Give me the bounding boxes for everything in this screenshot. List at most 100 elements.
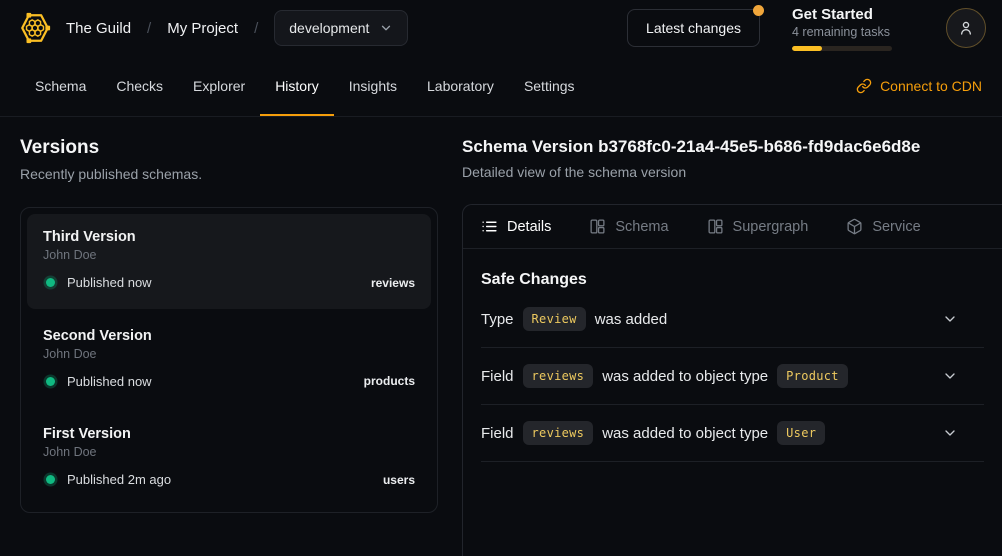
get-started-subtitle: 4 remaining tasks xyxy=(792,25,922,39)
nav-tab-label: History xyxy=(275,78,319,94)
latest-changes-label: Latest changes xyxy=(646,20,741,36)
nav-tab-label: Settings xyxy=(524,78,575,94)
nav-tab-history[interactable]: History xyxy=(260,56,334,116)
change-prefix: Field xyxy=(481,368,514,385)
tab-service[interactable]: Service xyxy=(846,218,920,235)
versions-list: Third Version John Doe Published now rev… xyxy=(20,207,438,513)
connect-to-cdn-label: Connect to CDN xyxy=(880,78,982,94)
link-icon xyxy=(856,78,872,94)
tab-label: Supergraph xyxy=(733,219,809,235)
user-icon xyxy=(957,19,975,37)
version-title: Third Version xyxy=(43,229,415,245)
get-started-widget[interactable]: Get Started 4 remaining tasks xyxy=(792,6,922,51)
change-prefix: Type xyxy=(481,311,514,328)
target-select-value: development xyxy=(289,20,369,36)
version-title: First Version xyxy=(43,426,415,442)
breadcrumb-project[interactable]: My Project xyxy=(167,20,238,37)
main-nav: Schema Checks Explorer History Insights … xyxy=(0,56,1002,117)
nav-tab-label: Checks xyxy=(116,78,163,94)
nav-tabs: Schema Checks Explorer History Insights … xyxy=(20,56,590,116)
chevron-down-icon xyxy=(379,21,393,35)
panels-icon xyxy=(589,218,606,235)
get-started-progress-fill xyxy=(792,46,822,51)
published-label: Published 2m ago xyxy=(67,472,171,487)
type-badge: User xyxy=(777,421,825,445)
tab-schema[interactable]: Schema xyxy=(589,218,668,235)
nav-tab-label: Schema xyxy=(35,78,86,94)
breadcrumb-separator: / xyxy=(252,20,260,37)
connect-to-cdn-link[interactable]: Connect to CDN xyxy=(856,78,982,94)
service-name: products xyxy=(364,374,415,388)
code-badge: reviews xyxy=(523,421,594,445)
change-row-field-user[interactable]: Field reviews was added to object type U… xyxy=(481,405,984,462)
schema-version-panel: Schema Version b3768fc0-21a4-45e5-b686-f… xyxy=(462,117,1002,556)
change-text: was added xyxy=(595,311,668,328)
nav-tab-schema[interactable]: Schema xyxy=(20,56,101,116)
version-meta: Published 2m ago users xyxy=(43,472,415,487)
published-status-icon xyxy=(46,278,55,287)
user-avatar-button[interactable] xyxy=(946,8,986,48)
published-label: Published now xyxy=(67,275,152,290)
code-badge: reviews xyxy=(523,364,594,388)
breadcrumb-org[interactable]: The Guild xyxy=(66,20,131,37)
hive-logo-icon[interactable] xyxy=(18,11,52,45)
nav-tab-insights[interactable]: Insights xyxy=(334,56,412,116)
change-row-type-review[interactable]: Type Review was added xyxy=(481,291,984,348)
chevron-down-icon[interactable] xyxy=(942,425,958,441)
schema-version-header: Schema Version b3768fc0-21a4-45e5-b686-f… xyxy=(462,137,1002,180)
tab-label: Details xyxy=(507,219,551,235)
nav-tab-label: Laboratory xyxy=(427,78,494,94)
tab-supergraph[interactable]: Supergraph xyxy=(707,218,809,235)
schema-version-title: Schema Version b3768fc0-21a4-45e5-b686-f… xyxy=(462,137,982,157)
version-author: John Doe xyxy=(43,248,415,262)
breadcrumb-separator: / xyxy=(145,20,153,37)
safe-changes-title: Safe Changes xyxy=(481,271,984,289)
change-text: was added to object type xyxy=(602,368,768,385)
versions-panel: Versions Recently published schemas. Thi… xyxy=(0,117,462,556)
nav-tab-laboratory[interactable]: Laboratory xyxy=(412,56,509,116)
nav-right: Connect to CDN xyxy=(856,56,982,116)
tab-details[interactable]: Details xyxy=(481,218,551,235)
nav-tab-explorer[interactable]: Explorer xyxy=(178,56,260,116)
version-meta: Published now products xyxy=(43,374,415,389)
change-text: was added to object type xyxy=(602,425,768,442)
version-author: John Doe xyxy=(43,347,415,361)
versions-subtitle: Recently published schemas. xyxy=(20,166,438,182)
chevron-down-icon[interactable] xyxy=(942,368,958,384)
version-item-third[interactable]: Third Version John Doe Published now rev… xyxy=(27,214,431,309)
notification-dot xyxy=(753,5,764,16)
change-row-field-product[interactable]: Field reviews was added to object type P… xyxy=(481,348,984,405)
main-content: Versions Recently published schemas. Thi… xyxy=(0,117,1002,556)
latest-changes-button[interactable]: Latest changes xyxy=(627,9,760,47)
type-badge: Product xyxy=(777,364,848,388)
schema-version-detail-box: Details Schema Sup xyxy=(462,204,1002,556)
service-name: users xyxy=(383,473,415,487)
tab-label: Schema xyxy=(615,219,668,235)
get-started-progressbar xyxy=(792,46,892,51)
nav-tab-settings[interactable]: Settings xyxy=(509,56,590,116)
get-started-title: Get Started xyxy=(792,6,922,23)
target-select[interactable]: development xyxy=(274,10,408,46)
panels-icon xyxy=(707,218,724,235)
top-bar: The Guild / My Project / development Lat… xyxy=(0,0,1002,56)
detail-body: Safe Changes Type Review was added Field… xyxy=(463,249,1002,462)
published-label: Published now xyxy=(67,374,152,389)
version-item-first[interactable]: First Version John Doe Published 2m ago … xyxy=(27,411,431,506)
versions-title: Versions xyxy=(20,137,438,159)
detail-tabs: Details Schema Sup xyxy=(463,205,1002,249)
code-badge: Review xyxy=(523,307,586,331)
box-icon xyxy=(846,218,863,235)
version-item-second[interactable]: Second Version John Doe Published now pr… xyxy=(27,313,431,408)
version-meta: Published now reviews xyxy=(43,275,415,290)
version-title: Second Version xyxy=(43,328,415,344)
list-icon xyxy=(481,218,498,235)
published-status-icon xyxy=(46,377,55,386)
service-name: reviews xyxy=(371,276,415,290)
change-prefix: Field xyxy=(481,425,514,442)
tab-label: Service xyxy=(872,219,920,235)
version-author: John Doe xyxy=(43,445,415,459)
published-status-icon xyxy=(46,475,55,484)
chevron-down-icon[interactable] xyxy=(942,311,958,327)
nav-tab-checks[interactable]: Checks xyxy=(101,56,178,116)
nav-tab-label: Explorer xyxy=(193,78,245,94)
